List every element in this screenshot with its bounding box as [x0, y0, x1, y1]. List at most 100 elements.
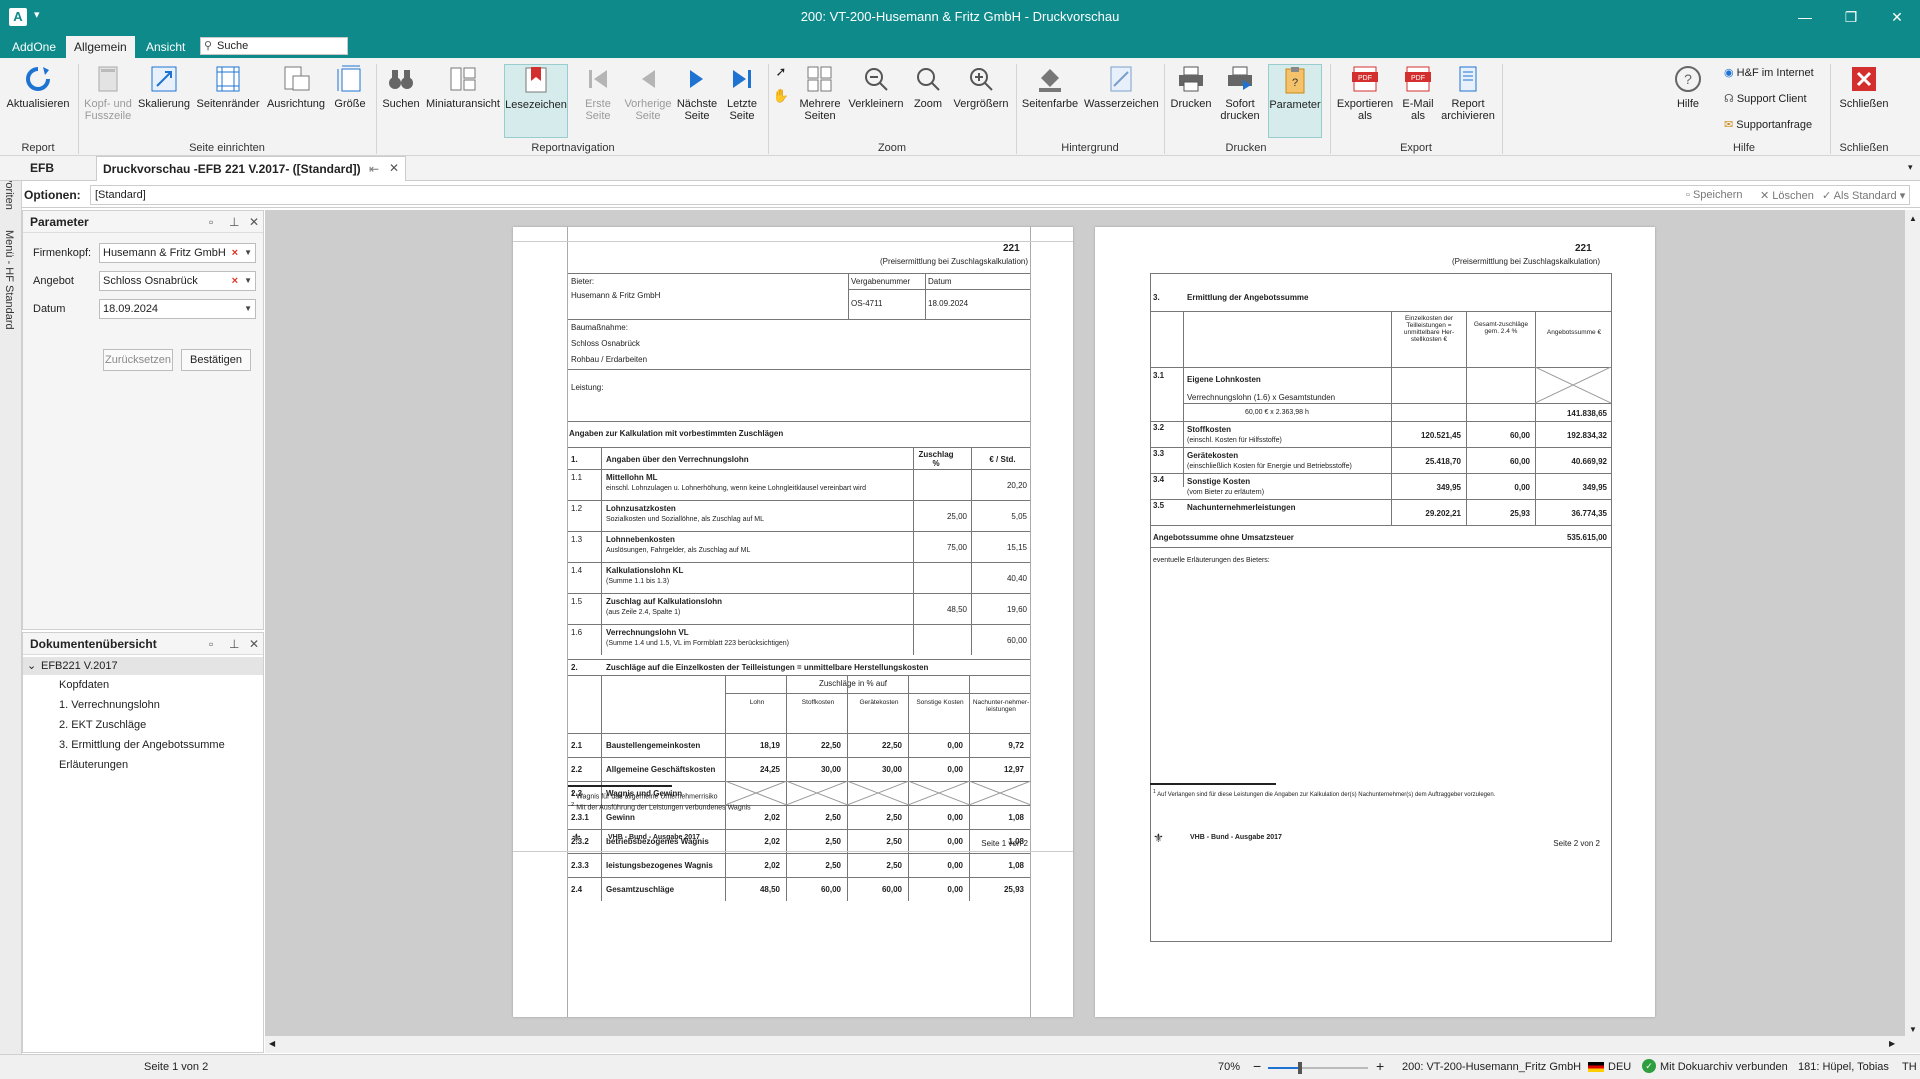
naechste-seite-button[interactable]: Nächste Seite [674, 64, 720, 138]
crossed-cell [786, 781, 848, 805]
tab-addone[interactable]: AddOne [4, 36, 64, 58]
vergroessern-button[interactable]: Vergrößern [952, 64, 1010, 138]
row-value: 19,60 [1006, 605, 1027, 614]
als-standard-button[interactable]: ✓ Als Standard ▾ [1822, 189, 1905, 202]
erste-seite-button[interactable]: Erste Seite [574, 64, 622, 138]
float-icon[interactable]: ▫ [209, 211, 213, 233]
parameter-button[interactable]: ? Parameter [1268, 64, 1322, 138]
pointer-icon[interactable]: ➚ [772, 64, 790, 82]
pdf-email-icon: PDF [1405, 66, 1431, 92]
exportieren-button[interactable]: PDF Exportieren als [1334, 64, 1396, 138]
wasserzeichen-button[interactable]: Wasserzeichen [1084, 64, 1159, 138]
groesse-button[interactable]: Größe [330, 64, 370, 138]
horizontal-scrollbar[interactable]: ◀ ▶ [265, 1036, 1905, 1053]
row-value: 2,02 [764, 837, 780, 846]
pin-icon[interactable]: ⇤ [369, 162, 379, 176]
tree-item-angebotssumme[interactable]: 3. Ermittlung der Angebotssumme [59, 739, 225, 751]
row-value: 12,97 [1003, 765, 1024, 774]
scroll-right-icon[interactable]: ▶ [1889, 1039, 1895, 1048]
seitenraender-button[interactable]: Seitenränder [194, 64, 262, 138]
close-tab-icon[interactable]: ✕ [389, 161, 399, 175]
seitenfarbe-button[interactable]: Seitenfarbe [1020, 64, 1080, 138]
tree-item-erlaeuterungen[interactable]: Erläuterungen [59, 759, 128, 771]
form-number: 221 [1003, 243, 1020, 254]
loeschen-button[interactable]: ✕ Löschen [1760, 189, 1814, 202]
skalierung-button[interactable]: Skalierung [138, 64, 190, 138]
search-icon: ⚲ [204, 40, 213, 52]
preview-area[interactable] [265, 210, 1905, 1053]
scroll-left-icon[interactable]: ◀ [269, 1039, 275, 1048]
close-panel-icon[interactable]: ✕ [249, 633, 259, 655]
schliessen-button[interactable]: Schließen [1836, 64, 1892, 138]
hilfe-button[interactable]: ? Hilfe [1664, 64, 1712, 138]
headset-icon: ☊ [1724, 93, 1734, 105]
verkleinern-button[interactable]: Verkleinern [848, 64, 904, 138]
miniaturansicht-button[interactable]: Miniaturansicht [426, 64, 500, 138]
supportanfrage-link[interactable]: ✉ Supportanfrage [1724, 118, 1812, 131]
tab-druckvorschau[interactable]: Druckvorschau -EFB 221 V.2017- ([Standar… [96, 156, 406, 181]
tree-item-verrechnungslohn[interactable]: 1. Verrechnungslohn [59, 699, 160, 711]
float-icon[interactable]: ▫ [209, 633, 213, 655]
tree-item-ekt-zuschlaege[interactable]: 2. EKT Zuschläge [59, 719, 146, 731]
restore-button[interactable]: ❐ [1828, 0, 1874, 34]
chevron-down-icon[interactable]: ▼ [244, 272, 252, 290]
crossed-cell [847, 781, 909, 805]
zoom-percent: 70% [1218, 1061, 1241, 1073]
bestaetigen-button[interactable]: Bestätigen [181, 349, 251, 371]
menu-tab[interactable]: Menü - HF Standard [3, 230, 15, 330]
scroll-down-icon[interactable]: ▼ [1909, 1025, 1917, 1034]
zoom-out-minus[interactable]: − [1253, 1058, 1261, 1074]
support-client-link[interactable]: ☊ Support Client [1724, 92, 1807, 105]
row-value: 48,50 [759, 885, 780, 894]
datum-value: 18.09.2024 [928, 299, 969, 308]
options-field[interactable]: [Standard] [90, 185, 1910, 205]
hand-tool-icon[interactable]: ✋ [772, 88, 790, 106]
search-input[interactable]: ⚲ Suche [200, 37, 348, 55]
email-als-button[interactable]: PDF E-Mail als [1398, 64, 1438, 138]
tab-efb[interactable]: EFB [30, 161, 54, 175]
close-panel-icon[interactable]: ✕ [249, 211, 259, 233]
speichern-button[interactable]: ▫ Speichern [1686, 189, 1743, 201]
group-export: Export [1400, 142, 1432, 154]
kopf-fusszeile-button[interactable]: Kopf- und Fusszeile [82, 64, 134, 138]
firmenkopf-select[interactable]: Husemann & Fritz GmbH × ▼ [99, 243, 256, 263]
mehrere-seiten-button[interactable]: Mehrere Seiten [796, 64, 844, 138]
chevron-down-icon[interactable]: ▼ [244, 300, 252, 318]
clear-icon[interactable]: × [232, 244, 238, 262]
clear-icon[interactable]: × [232, 272, 238, 290]
row-value: 24,25 [759, 765, 780, 774]
letzte-seite-button[interactable]: Letzte Seite [720, 64, 764, 138]
drucken-button[interactable]: Drucken [1168, 64, 1214, 138]
vertical-scrollbar[interactable]: ▲ ▼ [1905, 210, 1920, 1053]
document-tabs: EFB Druckvorschau -EFB 221 V.2017- ([Sta… [0, 156, 1920, 181]
lesezeichen-button[interactable]: Lesezeichen [504, 64, 568, 138]
tab-allgemein[interactable]: Allgemein [66, 36, 135, 58]
tabs-dropdown-icon[interactable]: ▾ [1908, 162, 1913, 173]
sofort-drucken-button[interactable]: Sofort drucken [1216, 64, 1264, 138]
pin-icon[interactable]: ⊥ [229, 633, 239, 655]
pin-icon[interactable]: ⊥ [229, 211, 239, 233]
zoom-slider[interactable] [1268, 1062, 1368, 1074]
scroll-up-icon[interactable]: ▲ [1909, 214, 1917, 223]
tree-root-row[interactable]: ⌄ EFB221 V.2017 [23, 657, 263, 675]
suchen-button[interactable]: Suchen [380, 64, 422, 138]
collapse-icon[interactable]: ⌄ [27, 659, 36, 672]
datum-picker[interactable]: 18.09.2024 ▼ [99, 299, 256, 319]
minimize-button[interactable]: — [1782, 0, 1828, 34]
zoom-in-plus[interactable]: + [1376, 1058, 1384, 1074]
report-archivieren-button[interactable]: Report archivieren [1440, 64, 1496, 138]
row-value: 60,00 [1006, 636, 1027, 645]
close-window-button[interactable]: ✕ [1874, 0, 1920, 34]
table-row-line [568, 562, 1030, 563]
zuruecksetzen-button[interactable]: Zurücksetzen [103, 349, 173, 371]
ausrichtung-button[interactable]: Ausrichtung [266, 64, 326, 138]
aktualisieren-button[interactable]: Aktualisieren [4, 64, 72, 138]
column-header: Nachunter-nehmer-leistungen [972, 699, 1030, 713]
angebot-select[interactable]: Schloss Osnabrück × ▼ [99, 271, 256, 291]
tab-ansicht[interactable]: Ansicht [138, 36, 193, 58]
vorherige-seite-button[interactable]: Vorherige Seite [624, 64, 672, 138]
tree-item-kopfdaten[interactable]: Kopfdaten [59, 679, 109, 691]
hf-internet-link[interactable]: ◉ H&F im Internet [1724, 66, 1814, 79]
zoom-button[interactable]: Zoom [908, 64, 948, 138]
chevron-down-icon[interactable]: ▼ [244, 244, 252, 262]
